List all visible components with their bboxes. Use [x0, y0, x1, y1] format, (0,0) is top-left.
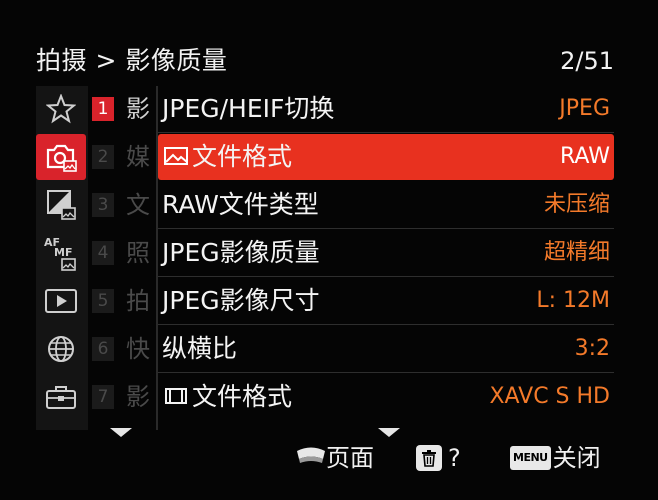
breadcrumb: 拍摄 > 影像质量	[36, 46, 228, 75]
subtab-5[interactable]: 5 拍	[90, 278, 156, 324]
category-sidebar: AF MF	[36, 86, 88, 430]
row-divider	[158, 132, 614, 133]
subtab-number: 1	[92, 97, 114, 121]
subtab-7[interactable]: 7 影	[90, 374, 156, 420]
menu-row-value: 未压缩	[543, 192, 610, 217]
row-divider	[158, 324, 614, 325]
subtab-number: 7	[92, 385, 114, 409]
af-mf-icon: AF MF	[44, 236, 76, 271]
subtab-4[interactable]: 4 照	[90, 230, 156, 276]
close-label: 关闭	[552, 444, 601, 472]
subtab-number: 2	[92, 145, 114, 169]
scroll-down-indicator	[110, 428, 132, 437]
camera-menu-screen: 拍摄 > 影像质量 2/51 AF MF 1 影 2 媒 3 文 4 照 5 拍…	[0, 0, 658, 500]
control-wheel-icon	[297, 447, 325, 463]
subtab-6[interactable]: 6 快	[90, 326, 156, 372]
menu-row-value: 3:2	[574, 336, 610, 361]
category-camera[interactable]	[36, 134, 86, 180]
page-button[interactable]: 页面	[296, 438, 374, 478]
playback-icon	[45, 289, 77, 313]
menu-row-value: L: 12M	[536, 288, 610, 313]
movie-icon	[165, 388, 187, 404]
button-guide: 页面 ? MENU 关闭	[0, 438, 658, 478]
subtab-label: 影	[126, 383, 150, 411]
subtab-label: 照	[126, 239, 150, 267]
menu-row-jpeg-heif-switch[interactable]: JPEG/HEIF切换 JPEG	[158, 86, 614, 133]
exposure-color-icon	[47, 190, 76, 220]
menu-row-label: JPEG影像质量	[162, 238, 320, 267]
menu-row-label-wrap: 文件格式	[162, 139, 292, 175]
menu-list: JPEG/HEIF切换 JPEG 文件格式 RAW RAW文件类型 未压缩 JP…	[158, 86, 618, 430]
menu-row-value: 超精细	[543, 240, 610, 265]
category-exposure-color[interactable]	[36, 182, 86, 228]
trash-icon	[416, 445, 442, 471]
menu-row-label: 纵横比	[162, 334, 238, 363]
page-number: 2/51	[560, 47, 614, 75]
category-setup[interactable]	[36, 374, 86, 420]
category-network[interactable]	[36, 326, 86, 372]
subtab-label: 媒	[126, 143, 150, 171]
menu-row-value: RAW	[560, 144, 610, 169]
svg-text:MF: MF	[54, 246, 72, 259]
menu-row-label: JPEG影像尺寸	[162, 286, 320, 315]
delete-help-button[interactable]: ?	[416, 438, 461, 478]
subtab-label: 影	[126, 95, 150, 123]
close-button[interactable]: MENU 关闭	[510, 438, 601, 478]
subtab-column: 1 影 2 媒 3 文 4 照 5 拍 6 快 7 影	[90, 86, 156, 430]
subtab-3[interactable]: 3 文	[90, 182, 156, 228]
subtab-label: 拍	[126, 287, 150, 315]
menu-row-raw-file-type[interactable]: RAW文件类型 未压缩	[158, 182, 614, 229]
subtab-number: 5	[92, 289, 114, 313]
menu-row-still-file-format[interactable]: 文件格式 RAW	[158, 134, 614, 180]
toolbox-icon	[46, 386, 76, 409]
subtab-label: 快	[126, 335, 150, 363]
subtab-label: 文	[126, 191, 150, 219]
category-playback[interactable]	[36, 278, 86, 324]
subtab-number: 3	[92, 193, 114, 217]
subtab-2[interactable]: 2 媒	[90, 134, 156, 180]
row-divider	[158, 228, 614, 229]
scroll-down-indicator	[378, 428, 400, 437]
menu-row-aspect-ratio[interactable]: 纵横比 3:2	[158, 326, 614, 373]
header: 拍摄 > 影像质量 2/51	[36, 44, 620, 80]
menu-key-icon: MENU	[510, 446, 551, 470]
still-image-icon	[164, 147, 188, 165]
menu-row-label: RAW文件类型	[162, 190, 319, 219]
category-star[interactable]	[36, 86, 86, 132]
subtab-number: 4	[92, 241, 114, 265]
page-label: 页面	[326, 444, 374, 472]
menu-row-label-wrap: 文件格式	[162, 379, 292, 415]
category-af-mf[interactable]: AF MF	[36, 230, 86, 276]
menu-row-label: 文件格式	[192, 142, 293, 171]
help-label: ?	[448, 444, 461, 472]
camera-icon	[46, 144, 77, 172]
menu-row-value: JPEG	[559, 96, 610, 121]
star-icon	[46, 94, 76, 124]
menu-row-value: XAVC S HD	[489, 384, 610, 409]
menu-row-label: 文件格式	[192, 382, 293, 411]
row-divider	[158, 372, 614, 373]
menu-row-movie-file-format[interactable]: 文件格式 XAVC S HD	[158, 374, 614, 420]
menu-row-jpeg-quality[interactable]: JPEG影像质量 超精细	[158, 230, 614, 277]
subtab-1[interactable]: 1 影	[90, 86, 156, 132]
menu-row-label: JPEG/HEIF切换	[162, 94, 335, 123]
network-globe-icon	[48, 336, 74, 362]
subtab-number: 6	[92, 337, 114, 361]
row-divider	[158, 276, 614, 277]
menu-row-jpeg-size[interactable]: JPEG影像尺寸 L: 12M	[158, 278, 614, 325]
